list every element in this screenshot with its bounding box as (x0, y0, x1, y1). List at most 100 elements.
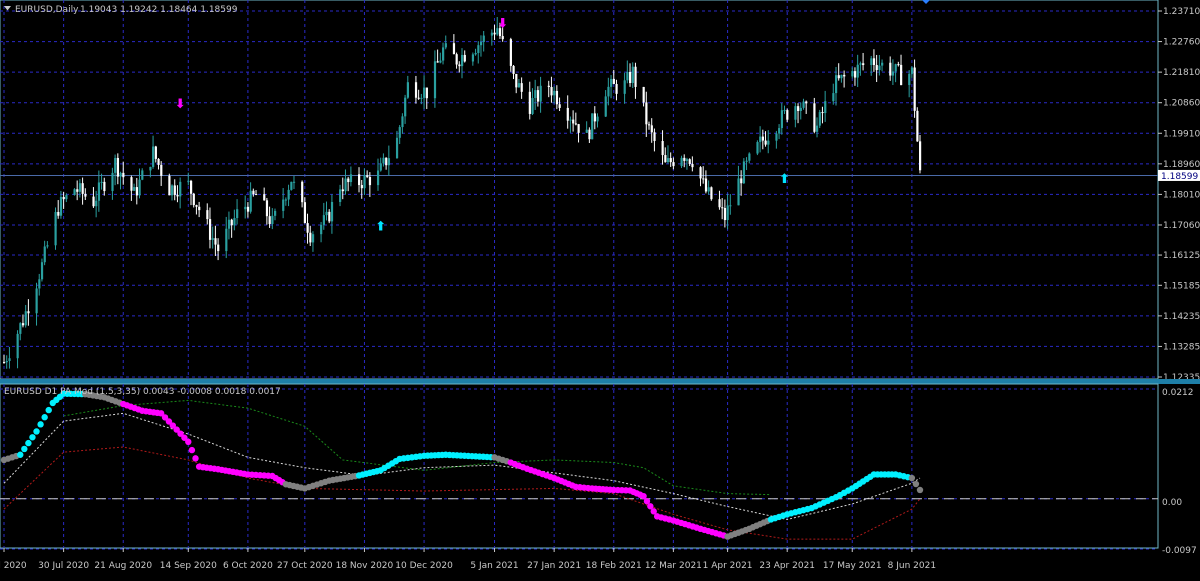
candle-body (73, 189, 76, 195)
candle-body (16, 333, 19, 359)
candle-body (910, 67, 914, 74)
candle-body (268, 216, 271, 225)
candle-body (236, 209, 239, 219)
chart-header: EURUSD,Daily 1.19043 1.19242 1.18464 1.1… (4, 5, 238, 15)
candle-body (385, 157, 388, 166)
candle-body (688, 159, 691, 164)
indicator-dot (188, 446, 196, 454)
indicator-dot (33, 428, 40, 435)
candle-body (306, 223, 309, 233)
candle-body (417, 97, 420, 99)
time-axis-label: 14 Sep 2020 (160, 561, 217, 571)
candle-body (683, 157, 686, 161)
candle-body (555, 90, 559, 105)
candle-body (704, 178, 708, 192)
price-axis-label: 1.16125 (1163, 251, 1200, 261)
candle-body (672, 162, 675, 167)
candle-body (569, 119, 572, 121)
candle-body (382, 157, 385, 164)
candle-body (723, 207, 727, 221)
candle-body (707, 187, 710, 192)
candle-body (141, 170, 144, 180)
candle-body (265, 200, 269, 217)
candle-body (135, 187, 138, 196)
candle-body (395, 137, 399, 159)
candle-body (520, 83, 523, 92)
candle-body (588, 129, 591, 140)
candle-body (62, 196, 65, 200)
candle-body (685, 159, 689, 161)
arrow-down-icon: ⬇ (175, 97, 186, 112)
candle-body (171, 185, 174, 196)
chart-window[interactable]: ⬇ ⬆ ⬇ ⬆ EURUSD,Daily 1.19043 1.19242 1.1846… (0, 0, 1200, 577)
candle-body (244, 206, 247, 210)
candle-body (797, 106, 800, 112)
candle-body (54, 211, 57, 246)
candle-body (824, 101, 827, 114)
time-axis-label: 10 Dec 2020 (395, 561, 453, 571)
candle-body (284, 199, 288, 201)
candle-body (916, 110, 919, 142)
candle-body (103, 181, 106, 192)
candle-body (292, 181, 296, 183)
pane-separator[interactable] (0, 379, 1200, 384)
candle-body (423, 87, 426, 98)
candle-body (81, 183, 84, 194)
candle-body (452, 43, 456, 55)
candle-body (501, 36, 504, 40)
candle-body (442, 47, 445, 61)
candle-body (653, 132, 656, 141)
candle-body (149, 166, 152, 171)
indicator-axis: 0.0212 0.00 -0.0097 (1162, 388, 1197, 556)
candle-body (65, 194, 68, 200)
candle-body (891, 71, 895, 76)
candle-body (76, 189, 79, 192)
price-axis-label: 1.23710 (1163, 7, 1200, 17)
candle-body (919, 141, 922, 171)
candle-body (320, 224, 323, 235)
candle-body (401, 116, 404, 128)
candle-body (862, 63, 865, 66)
candle-body (528, 91, 531, 114)
candle-body (666, 158, 670, 163)
indicator-dot (185, 438, 192, 446)
price-pane[interactable] (0, 0, 1159, 380)
price-axis-label: 1.22760 (1163, 38, 1200, 48)
candle-body (100, 181, 103, 183)
candle-body (122, 172, 125, 178)
chart-svg[interactable]: ⬇ ⬆ ⬇ ⬆ EURUSD,Daily 1.19043 1.19242 1.1846… (0, 0, 1200, 577)
time-axis-label: 27 Oct 2020 (277, 561, 333, 571)
candle-body (5, 361, 8, 363)
candle-body (610, 78, 613, 87)
candle-body (802, 101, 805, 108)
candle-body (474, 52, 477, 55)
candle-body (225, 228, 228, 252)
time-axis: 8 Jul 2020 30 Jul 2020 21 Aug 2020 14 Sep 2… (0, 548, 936, 571)
candle-body (799, 107, 802, 112)
candle-body (461, 54, 464, 67)
candle-body (366, 175, 369, 177)
candle-body (458, 64, 461, 67)
candle-body (539, 85, 542, 102)
candle-body (46, 245, 49, 247)
candle-body (455, 54, 458, 65)
candle-body (287, 189, 290, 200)
candle-body (897, 64, 900, 66)
candle-body (612, 78, 615, 84)
candle-body (436, 61, 439, 63)
candle-body (742, 161, 746, 184)
candle-body (38, 279, 41, 289)
candle-body (114, 157, 117, 173)
candle-body (591, 113, 594, 140)
candle-body (19, 323, 22, 334)
candle-body (130, 177, 133, 191)
candle-body (325, 211, 328, 216)
candle-body (875, 64, 878, 71)
candle-body (859, 63, 862, 65)
indicator-pane[interactable] (0, 383, 1159, 549)
candle-body (482, 35, 485, 42)
candle-body (179, 181, 182, 197)
candle-body (339, 189, 342, 202)
candle-body (553, 90, 556, 96)
price-axis-label: 1.18010 (1163, 190, 1200, 200)
